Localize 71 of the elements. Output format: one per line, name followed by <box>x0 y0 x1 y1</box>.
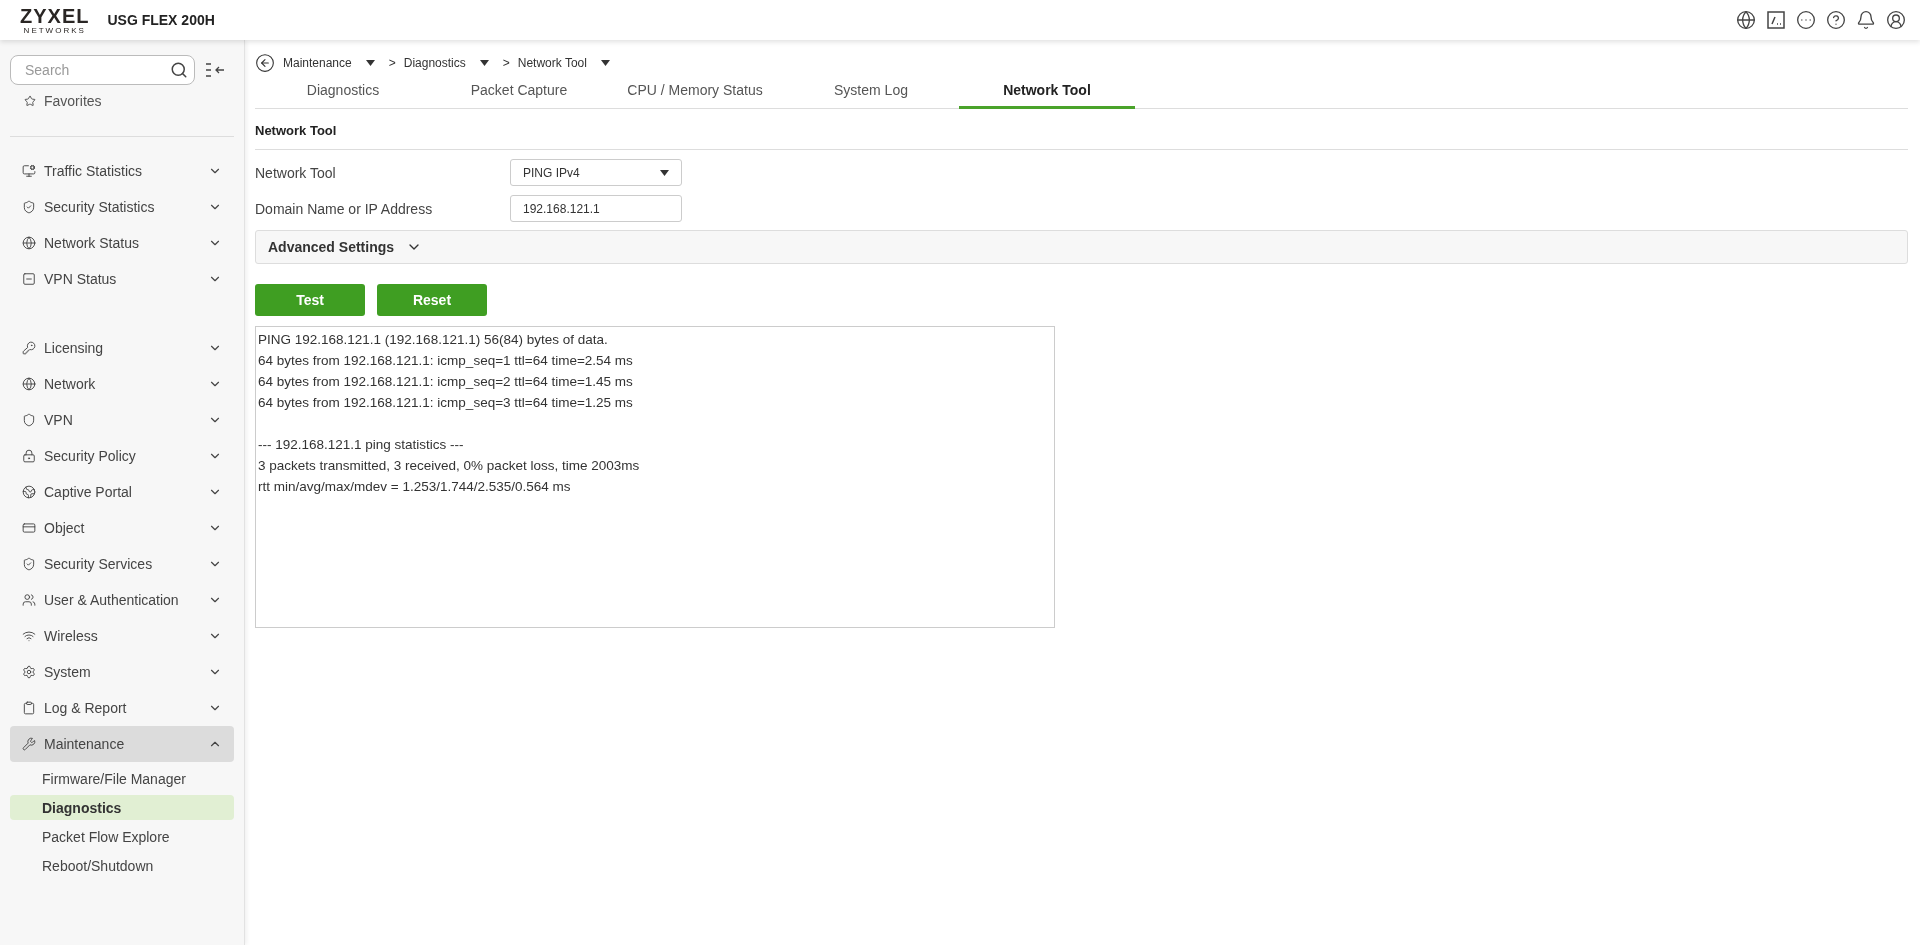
separator-text: > <box>388 56 396 70</box>
caret-icon <box>660 169 669 176</box>
caret-icon <box>600 60 610 66</box>
search-field[interactable]: Search <box>10 55 195 85</box>
section-title: Network Tool <box>255 109 1908 150</box>
submenu-item[interactable]: Diagnostics <box>10 795 234 820</box>
shield-icon <box>22 200 36 214</box>
clipboard-icon <box>22 701 36 715</box>
input-field[interactable]: 192.168.121.1 <box>510 195 682 222</box>
caret-icon <box>479 60 489 66</box>
accordion-header[interactable]: Advanced Settings <box>255 230 1908 264</box>
menu-item[interactable]: Licensing <box>10 330 234 366</box>
menu-item[interactable]: Network <box>10 366 234 402</box>
lock-icon <box>22 449 36 463</box>
breadcrumb-link[interactable]: Maintenance <box>283 56 375 70</box>
submenu-item[interactable]: Firmware/File Manager <box>10 766 234 791</box>
field-label: Network Tool <box>255 164 337 181</box>
field-label: Domain Name or IP Address <box>255 200 434 217</box>
tab[interactable]: Packet Capture <box>431 74 607 109</box>
menu-item[interactable]: Security Statistics <box>10 189 234 225</box>
menu-item[interactable]: Security Services <box>10 546 234 582</box>
monitor-gear-icon <box>22 164 36 178</box>
breadcrumb-link[interactable]: Network Tool <box>517 56 610 70</box>
card-icon <box>22 521 36 535</box>
gear-icon <box>22 665 36 679</box>
shield-icon <box>22 413 36 427</box>
breadcrumb-link[interactable]: Diagnostics <box>403 56 489 70</box>
tab[interactable]: Diagnostics <box>255 74 431 109</box>
dropdown[interactable]: PING IPv4 <box>510 159 682 186</box>
menu-item[interactable]: Log & Report <box>10 690 234 726</box>
help-icon[interactable] <box>1826 10 1846 30</box>
menu-item[interactable]: User & Authentication <box>10 582 234 618</box>
star-icon <box>24 95 36 107</box>
more-icon[interactable] <box>1796 10 1816 30</box>
tab[interactable]: Network Tool <box>959 74 1135 109</box>
menu-item[interactable]: VPN Status <box>10 261 234 297</box>
key-icon <box>22 341 36 355</box>
search-icon <box>170 61 188 79</box>
tab[interactable]: System Log <box>783 74 959 109</box>
menu-item[interactable]: Network Status <box>10 225 234 261</box>
wrench-icon <box>22 737 36 751</box>
tab[interactable]: CPU / Memory Status <box>607 74 783 109</box>
logo: ZYXEL NETWORKS <box>20 5 90 35</box>
collapse-menu-icon[interactable] <box>205 63 225 77</box>
terminal-icon[interactable] <box>1766 10 1786 30</box>
back-icon[interactable] <box>255 53 275 73</box>
model-name: USG FLEX 200H <box>107 12 215 28</box>
menu-item[interactable]: Captive Portal <box>10 474 234 510</box>
menu-item[interactable]: VPN <box>10 402 234 438</box>
output-field[interactable]: PING 192.168.121.1 (192.168.121.1) 56(84) bytes of data. 64 bytes from 192.168.121.1: icmp_seq=1 ttl=64 time=2.54 ms 64 bytes from 192.168.121.1: icmp_seq=2 ttl=64 time=1.45 ms 64 bytes from 192.168.121.1: icmp_seq=3 ttl=64 time=1.25 ms --- 192.168.121.1 ping statistics --- 3 packets transmitted, 3 received, 0% packet loss, time 2003ms rtt min/avg/max/mdev = 1.253/1.744/2.535/0.564 ms <box>255 326 1055 628</box>
users-icon <box>22 593 36 607</box>
shield-icon <box>22 557 36 571</box>
bell-icon[interactable] <box>1856 10 1876 30</box>
menu-item[interactable]: Wireless <box>10 618 234 654</box>
globe-icon <box>22 377 36 391</box>
globe-icon[interactable] <box>1736 10 1756 30</box>
user-icon[interactable] <box>1886 10 1906 30</box>
submenu-item[interactable]: Reboot/Shutdown <box>10 853 234 878</box>
submenu-item[interactable]: Packet Flow Explore <box>10 824 234 849</box>
menu-item[interactable]: Maintenance <box>10 726 234 762</box>
separator-text: > <box>502 56 510 70</box>
menu-item[interactable]: Security Policy <box>10 438 234 474</box>
globe-icon <box>22 236 36 250</box>
caret-icon <box>365 60 375 66</box>
menu-item[interactable]: Traffic Statistics <box>10 153 234 189</box>
menu-item[interactable]: System <box>10 654 234 690</box>
menu-item[interactable]: Favorites <box>10 90 234 112</box>
wifi-icon <box>22 629 36 643</box>
globe-icon <box>22 485 36 499</box>
square-icon <box>22 272 36 286</box>
menu-item[interactable]: Object <box>10 510 234 546</box>
